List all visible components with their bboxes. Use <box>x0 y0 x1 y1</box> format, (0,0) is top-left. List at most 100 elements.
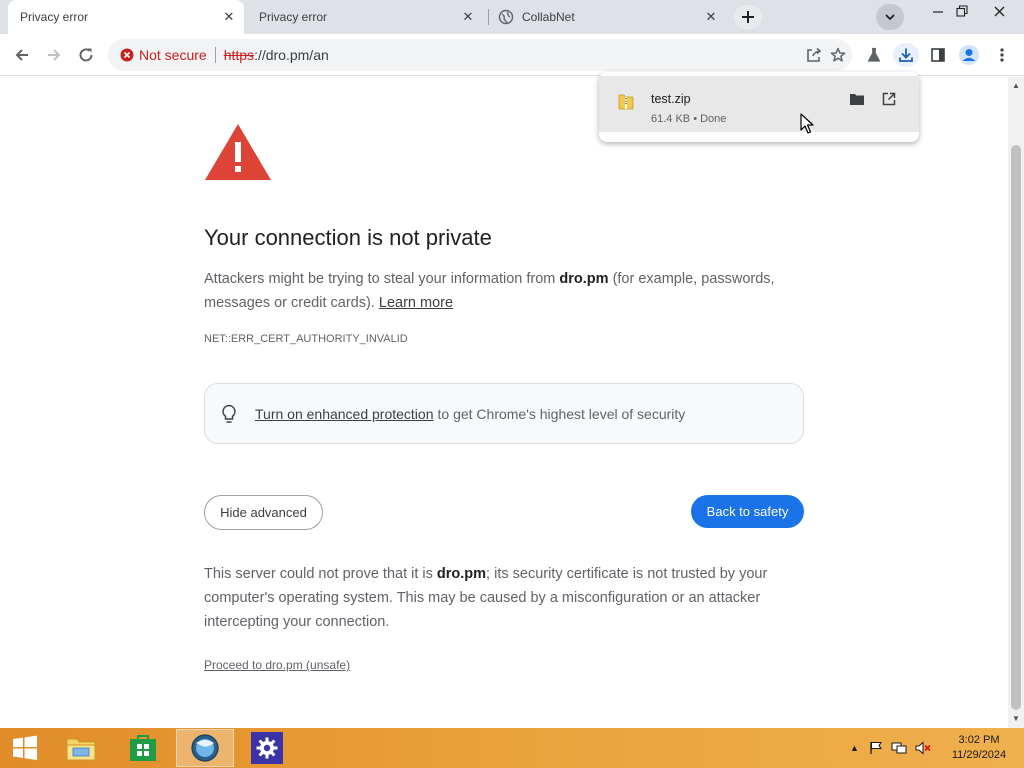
back-to-safety-button[interactable]: Back to safety <box>691 495 804 528</box>
hide-advanced-button[interactable]: Hide advanced <box>204 495 323 530</box>
show-in-folder-button[interactable] <box>849 92 865 111</box>
taskbar-file-explorer[interactable] <box>52 729 110 767</box>
kebab-menu-icon <box>1000 48 1004 62</box>
url-scheme: https <box>223 47 255 63</box>
gear-icon <box>251 732 283 764</box>
taskbar-store[interactable] <box>114 729 172 767</box>
mouse-cursor-icon <box>800 113 814 134</box>
learn-more-link[interactable]: Learn more <box>379 295 453 311</box>
details-domain: dro.pm <box>436 566 487 582</box>
download-item[interactable]: test.zip 61.4 KB • Done <box>599 76 919 132</box>
scroll-down-arrow-icon[interactable]: ▼ <box>1011 714 1021 724</box>
chevron-down-icon <box>885 14 895 21</box>
download-icon <box>899 48 913 62</box>
download-filename: test.zip <box>651 92 691 106</box>
enhanced-protection-link[interactable]: Turn on enhanced protection <box>255 406 434 422</box>
download-status: 61.4 KB • Done <box>651 113 727 125</box>
browser-app-icon <box>191 734 219 762</box>
file-explorer-icon <box>66 738 96 761</box>
windows-taskbar: ▲ 3:02 PM 11/29/2024 <box>0 728 1024 768</box>
tab-privacy-error-1[interactable]: Privacy error ✕ <box>8 0 244 34</box>
download-bubble: test.zip 61.4 KB • Done <box>599 72 919 142</box>
tab-strip: Privacy error ✕ Privacy error ✕ CollabNe… <box>0 0 1024 34</box>
restore-button[interactable] <box>952 0 972 22</box>
tab-title: Privacy error <box>259 10 328 24</box>
error-circle-icon <box>120 48 134 62</box>
tab-close-icon[interactable]: ✕ <box>702 8 720 26</box>
arrow-left-icon <box>15 49 28 61</box>
flask-icon <box>867 47 881 62</box>
not-secure-label: Not secure <box>139 47 207 63</box>
store-icon <box>130 735 156 761</box>
volume-muted-icon[interactable] <box>915 741 931 755</box>
intro-paragraph: Attackers might be trying to steal your … <box>204 267 804 315</box>
star-icon <box>830 47 846 62</box>
error-code: NET::ERR_CERT_AUTHORITY_INVALID <box>204 333 408 345</box>
open-external-icon <box>882 92 896 106</box>
site-info-button[interactable]: Not secure <box>120 47 207 63</box>
url-text: ://dro.pm/an <box>254 47 329 63</box>
page-title: Your connection is not private <box>204 225 492 250</box>
folder-icon <box>850 94 864 105</box>
share-button[interactable] <box>802 43 826 67</box>
taskbar-settings-app[interactable] <box>238 729 296 767</box>
proceed-unsafe-link[interactable]: Proceed to dro.pm (unsafe) <box>204 658 350 672</box>
details-text-before: This server could not prove that it is <box>204 566 437 582</box>
tab-separator <box>488 9 489 25</box>
tab-privacy-error-2[interactable]: Privacy error ✕ <box>247 0 483 34</box>
side-panel-button[interactable] <box>926 43 950 67</box>
details-paragraph: This server could not prove that it is d… <box>204 562 804 634</box>
bookmark-button[interactable] <box>826 43 850 67</box>
tab-close-icon[interactable]: ✕ <box>220 8 238 26</box>
clock-time: 3:02 PM <box>958 734 1000 746</box>
globe-icon <box>498 9 514 25</box>
lightbulb-icon <box>221 404 237 424</box>
tab-title: CollabNet <box>522 10 575 24</box>
open-file-button[interactable] <box>882 92 896 111</box>
plus-icon <box>742 11 754 23</box>
network-icon[interactable] <box>891 741 907 755</box>
show-hidden-icons-icon[interactable]: ▲ <box>850 743 859 753</box>
taskbar-browser[interactable] <box>176 729 234 767</box>
scroll-thumb[interactable] <box>1011 145 1021 710</box>
enhanced-protection-text: to get Chrome's highest level of securit… <box>437 405 686 422</box>
tab-close-icon[interactable]: ✕ <box>459 8 477 26</box>
close-icon <box>994 6 1004 16</box>
reload-icon <box>79 48 93 62</box>
forward-button[interactable] <box>42 43 66 67</box>
back-button[interactable] <box>10 43 34 67</box>
address-bar[interactable]: Not secure https ://dro.pm/an <box>108 39 852 71</box>
labs-button[interactable] <box>862 43 886 67</box>
windows-logo-icon <box>13 735 37 760</box>
minimize-icon <box>933 11 943 13</box>
menu-button[interactable] <box>990 43 1014 67</box>
avatar-icon <box>959 45 979 65</box>
taskbar-clock[interactable]: 3:02 PM 11/29/2024 <box>944 733 1014 763</box>
omnibox-separator <box>214 47 216 63</box>
system-tray: ▲ <box>850 728 931 768</box>
enhanced-protection-box: Turn on enhanced protection to get Chrom… <box>204 383 804 444</box>
start-button[interactable] <box>0 729 50 767</box>
reload-button[interactable] <box>74 43 98 67</box>
warning-triangle-icon <box>205 124 271 180</box>
flag-icon[interactable] <box>869 741 883 755</box>
page-content: Your connection is not private Attackers… <box>0 77 1008 728</box>
scroll-up-arrow-icon[interactable]: ▲ <box>1011 81 1021 91</box>
close-window-button[interactable] <box>988 0 1010 22</box>
restore-icon <box>956 5 968 17</box>
new-tab-button[interactable] <box>734 5 762 29</box>
intro-domain: dro.pm <box>559 271 609 287</box>
tab-collabnet[interactable]: CollabNet ✕ <box>490 0 726 34</box>
tab-search-button[interactable] <box>876 4 904 30</box>
minimize-button[interactable] <box>928 0 948 22</box>
downloads-button[interactable] <box>893 43 919 67</box>
share-icon <box>807 47 822 62</box>
intro-text-before: Attackers might be trying to steal your … <box>204 271 560 287</box>
page-scrollbar[interactable]: ▲ ▼ <box>1008 77 1024 728</box>
tab-title: Privacy error <box>20 10 89 24</box>
arrow-right-icon <box>48 49 61 61</box>
profile-button[interactable] <box>957 43 981 67</box>
clock-date: 11/29/2024 <box>951 749 1007 761</box>
zip-file-icon <box>618 94 634 110</box>
browser-toolbar: Not secure https ://dro.pm/an <box>0 34 1024 76</box>
